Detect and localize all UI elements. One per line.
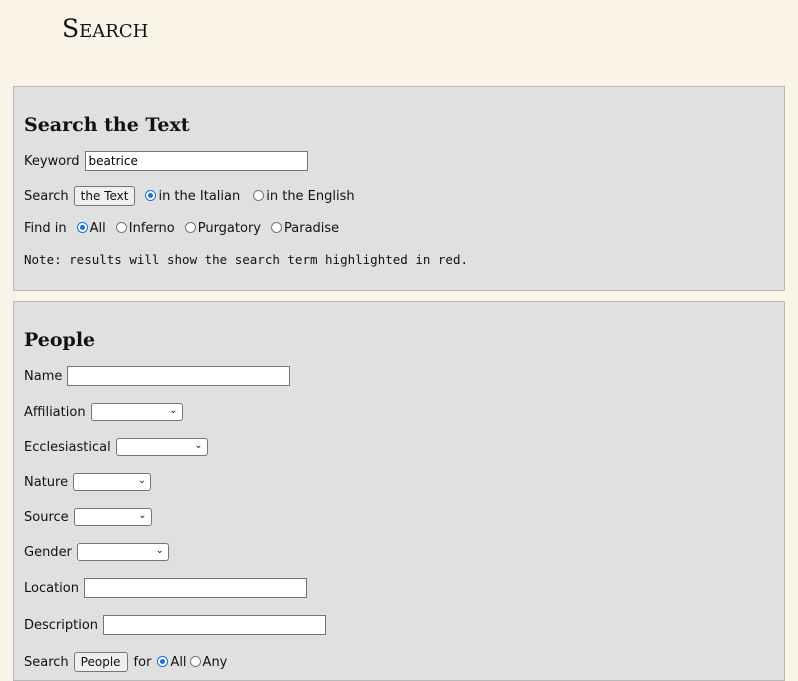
search-note: Note: results will show the search term …: [24, 252, 469, 267]
find-all-option[interactable]: All: [76, 221, 106, 236]
chevron-down-icon: ⌄: [137, 475, 147, 486]
gender-label: Gender: [24, 544, 72, 560]
name-input[interactable]: [67, 366, 291, 386]
keyword-label: Keyword: [24, 153, 80, 169]
chevron-down-icon: ⌄: [155, 545, 164, 556]
find-in-label: Find in: [24, 221, 67, 236]
for-all-option[interactable]: All: [157, 654, 187, 670]
page-title: Search: [62, 14, 149, 43]
name-label: Name: [24, 368, 63, 384]
people-search-label: Search: [24, 654, 69, 670]
english-radio-option[interactable]: in the English: [253, 188, 355, 204]
italian-radio-option[interactable]: in the Italian: [145, 189, 240, 204]
name-row: Name: [24, 366, 291, 386]
find-in-row: Find in All Inferno Purgatory Paradise: [24, 221, 342, 236]
affiliation-select[interactable]: ⌄: [90, 403, 183, 421]
people-panel: People Name Affiliation ⌄ Ecclesiastical…: [13, 301, 785, 681]
source-select[interactable]: ⌄: [73, 508, 152, 526]
chevron-down-icon: ⌄: [194, 440, 203, 451]
affiliation-label: Affiliation: [24, 404, 86, 420]
for-all-radio[interactable]: [157, 655, 169, 667]
find-inferno-option[interactable]: Inferno: [115, 221, 175, 236]
source-row: Source ⌄: [24, 508, 152, 526]
location-input[interactable]: [83, 578, 307, 598]
find-paradise-radio[interactable]: [271, 222, 282, 233]
find-inferno-label: Inferno: [128, 221, 175, 236]
for-any-radio[interactable]: [189, 655, 201, 667]
description-label: Description: [24, 617, 99, 633]
for-label: for: [133, 654, 152, 670]
find-paradise-option[interactable]: Paradise: [271, 221, 339, 236]
find-paradise-label: Paradise: [284, 221, 340, 236]
italian-radio-label: in the Italian: [158, 188, 241, 204]
search-label: Search: [24, 188, 69, 204]
chevron-down-icon: ⌄: [169, 405, 178, 416]
people-search-row: Search People for All Any: [24, 652, 230, 672]
for-all-label: All: [170, 654, 187, 670]
people-heading: People: [24, 329, 96, 351]
nature-select[interactable]: ⌄: [73, 473, 152, 491]
nature-row: Nature ⌄: [24, 473, 152, 491]
english-radio[interactable]: [253, 189, 265, 201]
find-purgatory-label: Purgatory: [197, 221, 261, 236]
find-all-radio[interactable]: [76, 222, 88, 233]
source-label: Source: [24, 509, 69, 525]
description-row: Description: [24, 615, 327, 635]
find-purgatory-radio[interactable]: [184, 222, 196, 233]
location-label: Location: [24, 580, 79, 596]
ecclesiastical-row: Ecclesiastical ⌄: [24, 438, 208, 456]
find-inferno-radio[interactable]: [115, 222, 127, 233]
chevron-down-icon: ⌄: [138, 510, 147, 521]
for-any-label: Any: [202, 654, 228, 670]
text-search-panel: Search the Text Keyword Search the Text …: [13, 86, 785, 291]
find-all-label: All: [89, 221, 106, 236]
nature-label: Nature: [24, 474, 69, 490]
location-row: Location: [24, 578, 307, 598]
text-search-heading: Search the Text: [24, 114, 190, 136]
gender-row: Gender ⌄: [24, 543, 169, 561]
ecclesiastical-select[interactable]: ⌄: [115, 438, 208, 456]
ecclesiastical-label: Ecclesiastical: [24, 439, 111, 455]
keyword-row: Keyword: [24, 151, 308, 171]
description-input[interactable]: [103, 615, 327, 635]
affiliation-row: Affiliation ⌄: [24, 403, 183, 421]
search-in-row: Search the Text in the Italian in the En…: [24, 186, 358, 206]
keyword-input[interactable]: [84, 151, 308, 171]
english-radio-label: in the English: [266, 188, 355, 204]
italian-radio[interactable]: [145, 189, 157, 201]
gender-select[interactable]: ⌄: [76, 543, 169, 561]
for-any-option[interactable]: Any: [189, 654, 228, 670]
search-text-button[interactable]: the Text: [73, 186, 136, 206]
search-people-button[interactable]: People: [73, 652, 128, 672]
find-purgatory-option[interactable]: Purgatory: [184, 221, 261, 236]
